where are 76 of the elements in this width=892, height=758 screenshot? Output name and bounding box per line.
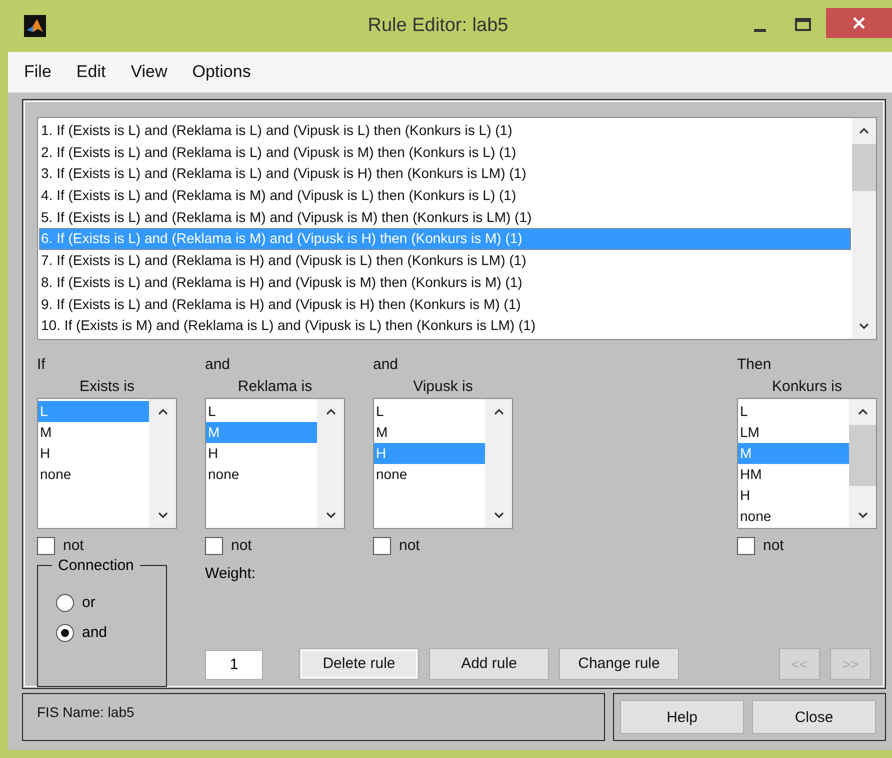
list-option[interactable]: L xyxy=(374,400,485,422)
radio-label: and xyxy=(82,624,108,642)
connector-label: and xyxy=(373,356,400,375)
rule-action-button[interactable]: Change rule xyxy=(559,648,679,680)
list-option[interactable]: none xyxy=(738,506,849,527)
close-button[interactable] xyxy=(826,8,892,38)
scroll-up-icon[interactable] xyxy=(492,406,504,417)
list-option[interactable]: none xyxy=(206,464,317,485)
dialog-button[interactable]: Close xyxy=(752,700,876,734)
list-option[interactable]: M xyxy=(374,422,485,443)
close-icon xyxy=(852,16,866,30)
scroll-up-icon[interactable] xyxy=(856,406,868,417)
radio-button[interactable] xyxy=(56,594,74,612)
rule-item[interactable]: 4. If (Exists is L) and (Reklama is M) and (Vipusk is L) then (Konkurs is L) (1) xyxy=(39,185,851,207)
list-option[interactable]: H xyxy=(738,484,849,506)
list-option[interactable]: LM xyxy=(738,422,849,443)
scroll-down-icon[interactable] xyxy=(324,510,336,520)
scroll-down-icon[interactable] xyxy=(858,320,870,331)
menu-item[interactable]: View xyxy=(130,62,168,82)
rule-item[interactable]: 10. If (Exists is M) and (Reklama is L) and (Vipusk is L) then (Konkurs is LM) (1) xyxy=(39,315,851,337)
scroll-up-icon[interactable] xyxy=(156,406,168,417)
list-option[interactable]: L xyxy=(206,400,317,422)
rule-item[interactable]: 2. If (Exists is L) and (Reklama is L) and (Vipusk is M) then (Konkurs is L) (1) xyxy=(39,142,851,164)
variable-label: Konkurs is xyxy=(772,378,842,397)
list-option[interactable]: H xyxy=(38,442,149,464)
rule-item[interactable]: 5. If (Exists is L) and (Reklama is M) and (Vipusk is M) then (Konkurs is LM) (1) xyxy=(39,206,851,228)
dialog-button[interactable]: Help xyxy=(620,700,744,734)
scrollbar[interactable] xyxy=(852,118,876,339)
not-checkbox[interactable] xyxy=(37,536,55,555)
checkbox-label: not xyxy=(399,537,420,554)
connector-label: Then xyxy=(737,356,772,375)
connector-label: If xyxy=(37,356,46,375)
rule-action-button[interactable]: Add rule xyxy=(429,648,549,680)
menu-item[interactable]: Edit xyxy=(76,62,106,82)
radio-button[interactable] xyxy=(56,624,74,642)
radio-label: or xyxy=(82,594,96,612)
rule-action-button[interactable]: Delete rule xyxy=(299,648,419,680)
window-title: Rule Editor: lab5 xyxy=(366,15,510,37)
not-checkbox[interactable] xyxy=(205,536,223,555)
scroll-down-icon[interactable] xyxy=(492,510,504,520)
rule-item[interactable]: 3. If (Exists is L) and (Reklama is L) and (Vipusk is H) then (Konkurs is LM) (1) xyxy=(39,163,851,186)
scroll-down-icon[interactable] xyxy=(156,510,168,520)
variable-label: Exists is xyxy=(79,378,134,397)
scrollbar-thumb[interactable] xyxy=(849,424,876,486)
scroll-down-icon[interactable] xyxy=(856,510,868,520)
status-text: FIS Name: lab5 xyxy=(37,704,134,720)
connector-label: and xyxy=(205,356,232,375)
checkbox-label: not xyxy=(231,537,252,554)
menu-item[interactable]: File xyxy=(24,62,52,82)
checkbox-label: not xyxy=(763,537,784,554)
list-option[interactable]: M xyxy=(38,422,149,443)
input-listbox[interactable]: L M H none xyxy=(205,398,345,529)
scroll-up-icon[interactable] xyxy=(858,126,870,136)
variable-label: Reklama is xyxy=(238,378,312,397)
checkbox-label: not xyxy=(63,537,84,554)
rule-item[interactable]: 7. If (Exists is L) and (Reklama is H) and (Vipusk is L) then (Konkurs is LM) (1) xyxy=(39,250,851,272)
input-listbox[interactable]: L M H none xyxy=(37,398,177,529)
list-option[interactable]: HM xyxy=(738,464,849,485)
scrollbar-thumb[interactable] xyxy=(852,144,876,192)
weight-label: Weight: xyxy=(205,564,257,582)
not-checkbox[interactable] xyxy=(373,536,391,555)
input-listbox[interactable]: L M H none xyxy=(373,398,513,529)
list-option[interactable]: H xyxy=(206,442,317,464)
rule-item[interactable]: 9. If (Exists is L) and (Reklama is H) and (Vipusk is H) then (Konkurs is M) (1) xyxy=(39,294,851,316)
variable-label: Vipusk is xyxy=(413,378,473,397)
weight-field[interactable]: 1 xyxy=(205,650,263,680)
rule-item[interactable]: 8. If (Exists is L) and (Reklama is H) and (Vipusk is M) then (Konkurs is M) (1) xyxy=(39,272,851,294)
scroll-up-icon[interactable] xyxy=(324,406,336,417)
not-checkbox[interactable] xyxy=(737,536,755,555)
output-listbox[interactable]: L LM M HM H none xyxy=(737,398,877,529)
menu-item[interactable]: Options xyxy=(192,62,251,82)
rule-item[interactable]: 1. If (Exists is L) and (Reklama is L) and (Vipusk is L) then (Konkurs is L) (1) xyxy=(39,120,851,142)
list-option[interactable]: none xyxy=(38,464,149,485)
list-option[interactable]: L xyxy=(738,400,849,422)
app-logo-icon xyxy=(24,15,46,37)
list-option[interactable]: none xyxy=(374,464,485,485)
